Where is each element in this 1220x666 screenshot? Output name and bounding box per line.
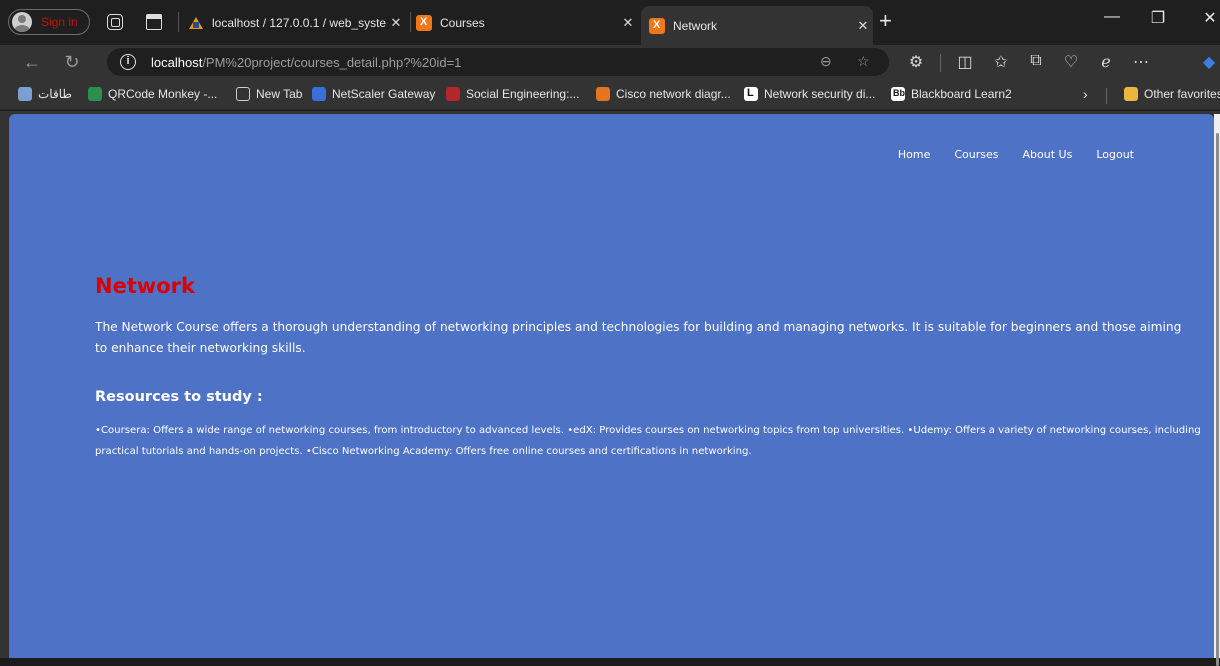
nav-logout[interactable]: Logout bbox=[1096, 148, 1134, 161]
tab-phpmyadmin[interactable]: localhost / 127.0.0.1 / web_systen ✕ bbox=[185, 6, 406, 39]
site-info-icon[interactable]: i bbox=[120, 54, 136, 70]
tab-network[interactable]: Network ✕ bbox=[641, 6, 873, 45]
close-icon[interactable]: ✕ bbox=[853, 18, 873, 34]
extensions-icon[interactable]: ⚙ bbox=[905, 52, 927, 72]
nav-courses[interactable]: Courses bbox=[954, 148, 998, 161]
profile-button[interactable]: Sign in bbox=[8, 9, 90, 35]
page-title: Network bbox=[95, 274, 196, 298]
divider bbox=[410, 12, 411, 32]
bookmark-label: طاقات bbox=[38, 87, 72, 101]
lucidchart-icon bbox=[744, 87, 758, 101]
bookmark-item[interactable]: Cisco network diagr... bbox=[596, 87, 731, 101]
bookmarks-bar: طاقات QRCode Monkey -... New Tab NetScal… bbox=[0, 80, 1220, 110]
netscaler-icon bbox=[312, 87, 326, 101]
course-page: Home Courses About Us Logout Network The… bbox=[9, 114, 1214, 658]
collections-icon[interactable]: ⧉ bbox=[1025, 52, 1047, 70]
favorites-icon[interactable]: ✩ bbox=[990, 52, 1012, 72]
browser-toolbar: ← ↻ i localhost/PM%20project/courses_det… bbox=[0, 45, 1220, 80]
page-viewport: Home Courses About Us Logout Network The… bbox=[0, 111, 1220, 666]
address-url: localhost/PM%20project/courses_detail.ph… bbox=[151, 55, 461, 70]
bookmark-label: Network security di... bbox=[764, 87, 876, 101]
bookmark-item[interactable]: QRCode Monkey -... bbox=[88, 87, 217, 101]
tab-strip: Sign in localhost / 127.0.0.1 / web_syst… bbox=[0, 0, 1220, 45]
resources-text: •Coursera: Offers a wide range of networ… bbox=[95, 425, 1201, 457]
tab-title: Courses bbox=[440, 15, 485, 30]
bookmark-item[interactable]: طاقات bbox=[18, 87, 72, 101]
tab-title: Network bbox=[673, 18, 718, 33]
bookmark-label: QRCode Monkey -... bbox=[108, 87, 218, 101]
bookmark-item[interactable]: Network security di... bbox=[744, 87, 875, 101]
more-icon[interactable]: ⋯ bbox=[1130, 52, 1152, 72]
bookmark-label: Blackboard Learn2 bbox=[911, 87, 1012, 101]
profile-label: Sign in bbox=[41, 15, 78, 29]
tab-title: localhost / 127.0.0.1 / web_systen bbox=[212, 15, 386, 30]
restore-icon[interactable]: ❐ bbox=[1143, 8, 1173, 28]
workspaces-icon[interactable] bbox=[107, 14, 123, 30]
other-favorites[interactable]: Other favorites bbox=[1124, 87, 1220, 101]
divider bbox=[178, 12, 179, 32]
back-icon[interactable]: ← bbox=[20, 50, 44, 74]
split-screen-icon[interactable]: ◫ bbox=[954, 52, 976, 72]
cisco-icon bbox=[596, 87, 610, 101]
blackboard-icon bbox=[891, 87, 905, 101]
bookmark-label: Other favorites bbox=[1144, 87, 1220, 101]
bookmark-label: New Tab bbox=[256, 87, 303, 101]
site-nav: Home Courses About Us Logout bbox=[898, 148, 1134, 161]
internet-explorer-icon[interactable]: ℯ bbox=[1095, 52, 1117, 72]
new-tab-button[interactable]: + bbox=[879, 9, 892, 33]
close-icon[interactable]: ✕ bbox=[386, 15, 406, 31]
favorite-star-icon[interactable]: ☆ bbox=[857, 53, 870, 70]
course-description: The Network Course offers a thorough und… bbox=[95, 320, 1182, 355]
nav-home[interactable]: Home bbox=[898, 148, 930, 161]
bookmark-item[interactable]: Blackboard Learn2 bbox=[891, 87, 1012, 101]
close-icon[interactable]: ✕ bbox=[618, 15, 638, 31]
refresh-icon[interactable]: ↻ bbox=[60, 50, 84, 74]
folder-icon bbox=[1124, 87, 1138, 101]
copilot-icon[interactable]: ◆ bbox=[1198, 52, 1220, 72]
divider bbox=[1106, 88, 1107, 104]
bookmark-item[interactable]: NetScaler Gateway bbox=[312, 87, 435, 101]
bookmark-label: Social Engineering:... bbox=[466, 87, 580, 101]
qrcode-monkey-icon bbox=[88, 87, 102, 101]
xampp-icon bbox=[649, 17, 665, 34]
divider bbox=[940, 54, 941, 72]
scrollbar-thumb[interactable] bbox=[1216, 133, 1219, 666]
bookmark-label: Cisco network diagr... bbox=[616, 87, 731, 101]
bookmark-item[interactable]: Social Engineering:... bbox=[446, 87, 579, 101]
url-path: /PM%20project/courses_detail.php?%20id=1 bbox=[202, 54, 462, 70]
zoom-icon[interactable]: ⊖ bbox=[820, 53, 832, 70]
chevron-right-icon[interactable]: › bbox=[1083, 86, 1088, 102]
bookmark-label: NetScaler Gateway bbox=[332, 87, 436, 101]
minimize-icon[interactable]: — bbox=[1097, 8, 1127, 26]
tab-courses[interactable]: Courses ✕ bbox=[416, 6, 638, 39]
xampp-icon bbox=[416, 14, 432, 31]
address-bar[interactable]: i localhost/PM%20project/courses_detail.… bbox=[107, 48, 889, 76]
phpmyadmin-icon bbox=[188, 15, 204, 31]
nav-about-us[interactable]: About Us bbox=[1023, 148, 1073, 161]
bookmark-item[interactable]: New Tab bbox=[236, 87, 302, 101]
page-icon bbox=[236, 87, 250, 101]
social-engineering-icon bbox=[446, 87, 460, 101]
resources-heading: Resources to study : bbox=[95, 389, 263, 405]
url-host: localhost bbox=[151, 54, 203, 70]
browser-essentials-icon[interactable]: ♡ bbox=[1060, 52, 1082, 72]
close-window-icon[interactable]: ✕ bbox=[1195, 8, 1220, 28]
bookmark-favicon-icon bbox=[18, 87, 32, 101]
tab-actions-icon[interactable] bbox=[146, 14, 162, 30]
avatar-icon bbox=[12, 12, 32, 32]
